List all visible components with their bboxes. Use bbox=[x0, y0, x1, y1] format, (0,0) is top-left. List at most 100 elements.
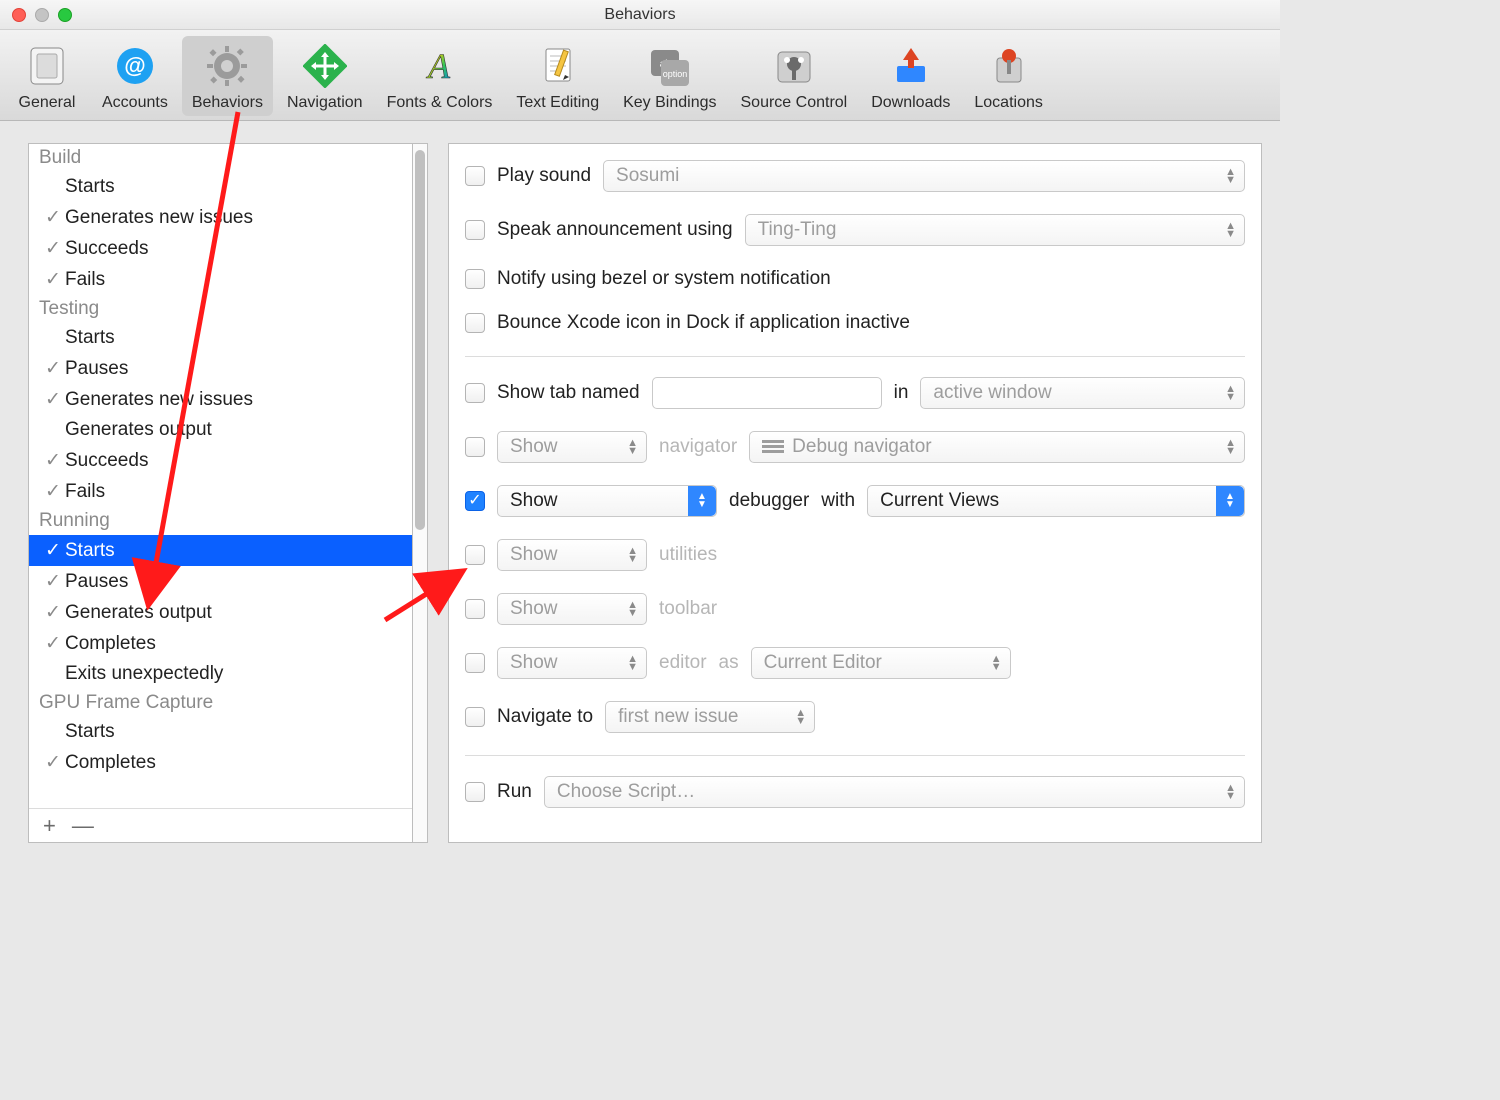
notify-checkbox[interactable] bbox=[465, 269, 485, 289]
navigate-select[interactable]: first new issue ▲▼ bbox=[605, 701, 815, 733]
toolbar-label: Key Bindings bbox=[623, 94, 716, 112]
toolbar-tab-source-control[interactable]: Source Control bbox=[731, 36, 858, 116]
check-icon: ✓ bbox=[41, 539, 65, 562]
play-sound-select[interactable]: Sosumi ▲▼ bbox=[603, 160, 1245, 192]
toolbar-tab-general[interactable]: General bbox=[6, 36, 88, 116]
toolbar-action-select[interactable]: Show ▲▼ bbox=[497, 593, 647, 625]
behavior-item[interactable]: ✓Generates output bbox=[29, 597, 412, 628]
key-bindings-icon: altoption bbox=[644, 40, 696, 92]
check-icon: ✓ bbox=[41, 357, 65, 380]
behavior-label: Succeeds bbox=[65, 450, 148, 472]
toolbar-tab-text-editing[interactable]: Text Editing bbox=[506, 36, 609, 116]
behavior-item[interactable]: ✓Completes bbox=[29, 628, 412, 659]
toolbar-label: General bbox=[19, 94, 76, 112]
behavior-label: Generates output bbox=[65, 419, 212, 441]
select-value: Current Views bbox=[880, 490, 999, 512]
chevron-updown-icon: ▲▼ bbox=[1225, 385, 1236, 401]
navigate-checkbox[interactable] bbox=[465, 707, 485, 727]
tab-name-field[interactable] bbox=[652, 377, 882, 409]
toolbar-label: toolbar bbox=[659, 598, 717, 620]
navigate-label: Navigate to bbox=[497, 706, 593, 728]
group-header-testing: Testing bbox=[29, 295, 412, 323]
run-checkbox[interactable] bbox=[465, 782, 485, 802]
check-icon: ✓ bbox=[41, 268, 65, 291]
debugger-checkbox[interactable] bbox=[465, 491, 485, 511]
toolbar-tab-behaviors[interactable]: Behaviors bbox=[182, 36, 273, 116]
behavior-item[interactable]: ✓Fails bbox=[29, 264, 412, 295]
chevron-updown-icon: ▲▼ bbox=[688, 486, 716, 516]
utilities-checkbox[interactable] bbox=[465, 545, 485, 565]
behavior-item[interactable]: ✓Generates new issues bbox=[29, 384, 412, 415]
close-button[interactable] bbox=[12, 8, 26, 22]
zoom-button[interactable] bbox=[58, 8, 72, 22]
group-header-running: Running bbox=[29, 507, 412, 535]
behavior-item[interactable]: ✓Pauses bbox=[29, 353, 412, 384]
navigator-select[interactable]: Debug navigator ▲▼ bbox=[749, 431, 1245, 463]
editor-select[interactable]: Current Editor ▲▼ bbox=[751, 647, 1011, 679]
titlebar: Behaviors bbox=[0, 0, 1280, 30]
navigator-action-select[interactable]: Show ▲▼ bbox=[497, 431, 647, 463]
add-button[interactable]: + bbox=[43, 813, 56, 839]
scrollbar-thumb[interactable] bbox=[415, 150, 425, 530]
behavior-label: Completes bbox=[65, 752, 156, 774]
behavior-item[interactable]: Exits unexpectedly bbox=[29, 659, 412, 689]
toolbar-label: Source Control bbox=[741, 94, 848, 112]
behavior-item[interactable]: ✓Fails bbox=[29, 476, 412, 507]
behavior-item[interactable]: ✓Succeeds bbox=[29, 445, 412, 476]
divider bbox=[465, 755, 1245, 756]
behavior-item[interactable]: Starts bbox=[29, 323, 412, 353]
behavior-label: Exits unexpectedly bbox=[65, 663, 223, 685]
toolbar-label: Navigation bbox=[287, 94, 363, 112]
toolbar-checkbox[interactable] bbox=[465, 599, 485, 619]
debugger-action-select[interactable]: Show ▲▼ bbox=[497, 485, 717, 517]
navigator-label: navigator bbox=[659, 436, 737, 458]
behaviors-icon bbox=[201, 40, 253, 92]
behavior-item-selected[interactable]: ✓Starts bbox=[29, 535, 412, 566]
remove-button[interactable]: — bbox=[72, 813, 94, 839]
speak-checkbox[interactable] bbox=[465, 220, 485, 240]
bounce-checkbox[interactable] bbox=[465, 313, 485, 333]
group-header-build: Build bbox=[29, 144, 412, 172]
toolbar-tab-navigation[interactable]: Navigation bbox=[277, 36, 373, 116]
behavior-item[interactable]: ✓Generates new issues bbox=[29, 202, 412, 233]
check-icon: ✓ bbox=[41, 480, 65, 503]
behavior-list[interactable]: Build Starts ✓Generates new issues ✓Succ… bbox=[29, 144, 412, 808]
editor-action-select[interactable]: Show ▲▼ bbox=[497, 647, 647, 679]
toolbar-tab-fonts-colors[interactable]: A Fonts & Colors bbox=[377, 36, 503, 116]
toolbar-tab-downloads[interactable]: Downloads bbox=[861, 36, 960, 116]
behavior-item[interactable]: Starts bbox=[29, 172, 412, 202]
toolbar-label: Downloads bbox=[871, 94, 950, 112]
chevron-updown-icon: ▲▼ bbox=[1225, 439, 1236, 455]
behavior-label: Fails bbox=[65, 269, 105, 291]
play-sound-label: Play sound bbox=[497, 165, 591, 187]
utilities-action-select[interactable]: Show ▲▼ bbox=[497, 539, 647, 571]
behavior-item[interactable]: ✓Pauses bbox=[29, 566, 412, 597]
behavior-label: Starts bbox=[65, 327, 115, 349]
check-icon: ✓ bbox=[41, 601, 65, 624]
fonts-colors-icon: A bbox=[413, 40, 465, 92]
behavior-item[interactable]: ✓Succeeds bbox=[29, 233, 412, 264]
select-value: Ting-Ting bbox=[758, 219, 837, 241]
behavior-item[interactable]: Generates output bbox=[29, 415, 412, 445]
minimize-button[interactable] bbox=[35, 8, 49, 22]
toolbar-tab-accounts[interactable]: @ Accounts bbox=[92, 36, 178, 116]
navigator-checkbox[interactable] bbox=[465, 437, 485, 457]
behavior-item[interactable]: ✓Completes bbox=[29, 747, 412, 778]
show-tab-checkbox[interactable] bbox=[465, 383, 485, 403]
play-sound-checkbox[interactable] bbox=[465, 166, 485, 186]
behavior-item[interactable]: Starts bbox=[29, 717, 412, 747]
debugger-views-select[interactable]: Current Views ▲▼ bbox=[867, 485, 1245, 517]
editor-checkbox[interactable] bbox=[465, 653, 485, 673]
select-value: Choose Script… bbox=[557, 781, 695, 803]
toolbar-tab-locations[interactable]: Locations bbox=[964, 36, 1053, 116]
svg-text:@: @ bbox=[124, 53, 145, 78]
text-editing-icon bbox=[532, 40, 584, 92]
speak-voice-select[interactable]: Ting-Ting ▲▼ bbox=[745, 214, 1245, 246]
navigation-icon bbox=[299, 40, 351, 92]
select-value: first new issue bbox=[618, 706, 738, 728]
toolbar-tab-key-bindings[interactable]: altoption Key Bindings bbox=[613, 36, 726, 116]
window-select[interactable]: active window ▲▼ bbox=[920, 377, 1245, 409]
behavior-label: Generates new issues bbox=[65, 389, 253, 411]
run-script-select[interactable]: Choose Script… ▲▼ bbox=[544, 776, 1245, 808]
sidebar-scrollbar[interactable] bbox=[413, 143, 428, 843]
